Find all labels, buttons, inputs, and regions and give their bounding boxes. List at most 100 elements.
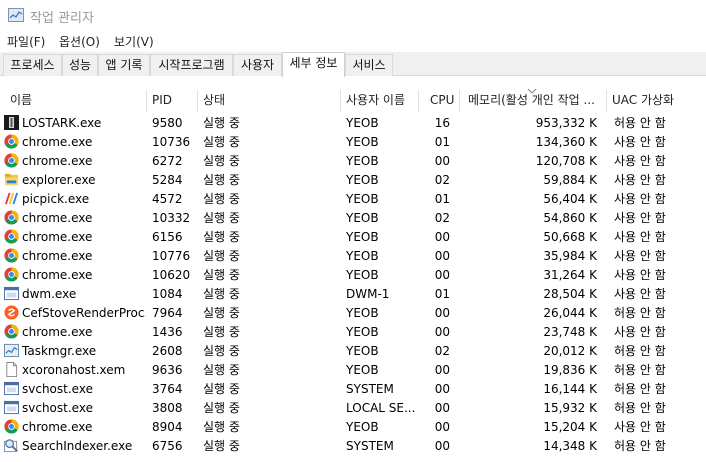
process-pid: 5284 — [152, 173, 183, 187]
tab-services[interactable]: 서비스 — [345, 54, 393, 76]
process-uac: 사용 안 함 — [614, 230, 666, 244]
table-row[interactable]: chrome.exe 8904 실행 중 YEOB 00 15,204 K 사용 안 함 — [0, 418, 706, 437]
process-cpu: 00 — [434, 306, 450, 320]
process-name: LOSTARK.exe — [22, 116, 102, 130]
chrome-icon — [4, 324, 19, 339]
process-pid: 9580 — [152, 116, 183, 130]
process-name-cell: chrome.exe — [4, 247, 146, 266]
tab-app-history[interactable]: 앱 기록 — [98, 54, 150, 76]
process-uac: 사용 안 함 — [614, 154, 666, 168]
table-row[interactable]: svchost.exe 3808 실행 중 LOCAL SE... 00 15,932 K… — [0, 399, 706, 418]
table-row[interactable]: chrome.exe 6272 실행 중 YEOB 00 120,708 K 사용 안 함 — [0, 152, 706, 171]
chrome-icon — [4, 134, 19, 149]
process-uac: 허용 안 함 — [614, 116, 666, 130]
process-status: 실행 중 — [203, 268, 240, 282]
process-cpu: 01 — [434, 135, 450, 149]
column-status[interactable]: 상태 — [197, 88, 340, 114]
process-pid: 10776 — [152, 249, 191, 263]
process-user: LOCAL SE... — [346, 401, 416, 415]
table-row[interactable]: xcoronahost.xem 9636 실행 중 YEOB 00 19,836 K 허용 … — [0, 361, 706, 380]
tab-details[interactable]: 세부 정보 — [282, 52, 345, 77]
process-name-cell: Taskmgr.exe — [4, 342, 146, 361]
process-user: YEOB — [346, 306, 379, 320]
process-pid: 3808 — [152, 401, 183, 415]
process-name-cell: chrome.exe — [4, 228, 146, 247]
process-pid: 10620 — [152, 268, 191, 282]
tab-processes[interactable]: 프로세스 — [3, 54, 62, 76]
table-row[interactable]: explorer.exe 5284 실행 중 YEOB 02 59,884 K 사용 안 함 — [0, 171, 706, 190]
column-pid[interactable]: PID — [146, 88, 197, 114]
table-row[interactable]: chrome.exe 6156 실행 중 YEOB 00 50,668 K 사용 안 함 — [0, 228, 706, 247]
process-pid: 10736 — [152, 135, 191, 149]
process-status: 실행 중 — [203, 230, 240, 244]
column-uac[interactable]: UAC 가상화 — [606, 88, 706, 114]
process-pid: 1436 — [152, 325, 183, 339]
process-memory: 16,144 K — [543, 382, 597, 396]
menu-options[interactable]: 옵션(O) — [59, 33, 100, 50]
chrome-icon — [4, 210, 19, 225]
menu-file[interactable]: 파일(F) — [7, 33, 45, 50]
chrome-icon — [4, 229, 19, 244]
process-user: YEOB — [346, 211, 379, 225]
search-indexer-icon — [4, 438, 19, 453]
process-memory: 14,348 K — [543, 439, 597, 453]
tab-users[interactable]: 사용자 — [233, 54, 282, 76]
process-pid: 4572 — [152, 192, 183, 206]
table-row[interactable]: CefStoveRenderProc... 7964 실행 중 YEOB 00 26,04… — [0, 304, 706, 323]
process-name: SearchIndexer.exe — [22, 439, 133, 453]
process-name-cell: chrome.exe — [4, 418, 146, 437]
table-row[interactable]: svchost.exe 3764 실행 중 SYSTEM 00 16,144 K 허용 안 … — [0, 380, 706, 399]
process-name: chrome.exe — [22, 154, 93, 168]
process-name-cell: chrome.exe — [4, 133, 146, 152]
column-cpu[interactable]: CPU — [418, 88, 459, 114]
process-pid: 7964 — [152, 306, 183, 320]
folder-icon — [4, 172, 19, 187]
process-name: chrome.exe — [22, 211, 93, 225]
table-row[interactable]: dwm.exe 1084 실행 중 DWM-1 01 28,504 K 사용 안 함 — [0, 285, 706, 304]
process-name: xcoronahost.xem — [22, 363, 126, 377]
column-user[interactable]: 사용자 이름 — [340, 88, 418, 114]
process-cpu: 00 — [434, 249, 450, 263]
process-status: 실행 중 — [203, 382, 240, 396]
process-user: YEOB — [346, 154, 379, 168]
stove-icon — [4, 305, 19, 320]
tab-performance[interactable]: 성능 — [62, 54, 98, 76]
process-status: 실행 중 — [203, 306, 240, 320]
process-user: YEOB — [346, 249, 379, 263]
table-row[interactable]: chrome.exe 10776 실행 중 YEOB 00 35,984 K 사용 안 함 — [0, 247, 706, 266]
process-name: svchost.exe — [22, 401, 93, 415]
process-uac: 허용 안 함 — [614, 401, 666, 415]
process-cpu: 01 — [434, 192, 450, 206]
table-row[interactable]: chrome.exe 10736 실행 중 YEOB 01 134,360 K 사용 안 함 — [0, 133, 706, 152]
menu-view[interactable]: 보기(V) — [114, 33, 154, 50]
table-row[interactable]: SearchIndexer.exe 6756 실행 중 SYSTEM 00 14,348 … — [0, 437, 706, 456]
table-row[interactable]: picpick.exe 4572 실행 중 YEOB 01 56,404 K 사용 안 함 — [0, 190, 706, 209]
tab-startup[interactable]: 시작프로그램 — [150, 54, 233, 76]
process-status: 실행 중 — [203, 116, 240, 130]
column-divider[interactable] — [459, 90, 460, 112]
process-name-cell: svchost.exe — [4, 380, 146, 399]
process-pid: 8904 — [152, 420, 183, 434]
process-status: 실행 중 — [203, 287, 240, 301]
process-name: chrome.exe — [22, 268, 93, 282]
process-memory: 50,668 K — [543, 230, 597, 244]
process-name-cell: SearchIndexer.exe — [4, 437, 146, 456]
chrome-icon — [4, 248, 19, 263]
table-row[interactable]: chrome.exe 10620 실행 중 YEOB 00 31,264 K 사용 안 함 — [0, 266, 706, 285]
column-name[interactable]: 이름 — [4, 88, 147, 114]
process-uac: 허용 안 함 — [614, 363, 666, 377]
process-uac: 허용 안 함 — [614, 439, 666, 453]
process-status: 실행 중 — [203, 325, 240, 339]
process-user: DWM-1 — [346, 287, 390, 301]
process-cpu: 00 — [434, 154, 450, 168]
table-row[interactable]: LOSTARK.exe 9580 실행 중 YEOB 16 953,332 K 허용 안 함 — [0, 114, 706, 133]
process-pid: 10332 — [152, 211, 191, 225]
table-row[interactable]: chrome.exe 1436 실행 중 YEOB 00 23,748 K 사용 안 함 — [0, 323, 706, 342]
table-row[interactable]: chrome.exe 10332 실행 중 YEOB 02 54,860 K 사용 안 함 — [0, 209, 706, 228]
process-user: YEOB — [346, 363, 379, 377]
tab-label: 앱 기록 — [105, 58, 143, 72]
table-row[interactable]: Taskmgr.exe 2608 실행 중 YEOB 02 20,012 K 허용 안 함 — [0, 342, 706, 361]
window-icon — [4, 381, 19, 396]
process-name: chrome.exe — [22, 325, 93, 339]
process-status: 실행 중 — [203, 211, 240, 225]
